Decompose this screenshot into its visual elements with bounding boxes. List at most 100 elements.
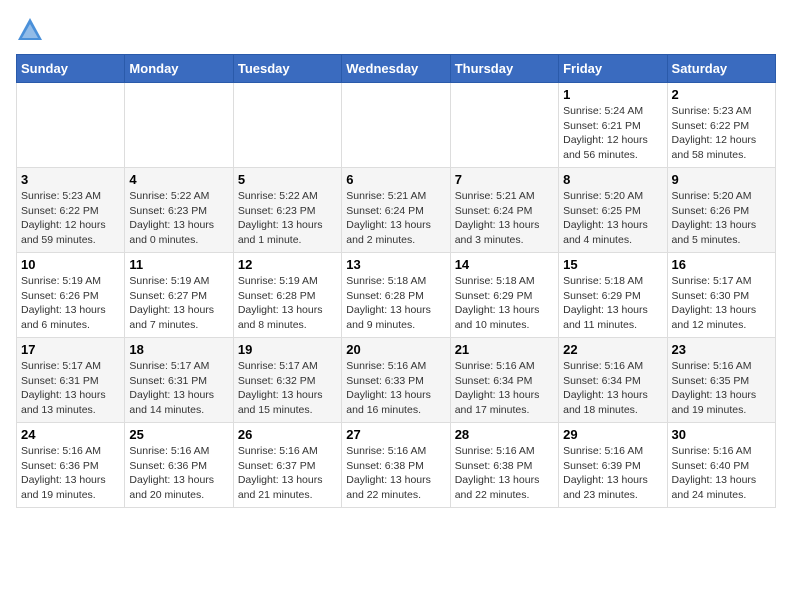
- day-info: Sunrise: 5:16 AMSunset: 6:39 PMDaylight:…: [563, 444, 662, 503]
- day-number: 14: [455, 257, 554, 272]
- day-number: 16: [672, 257, 771, 272]
- calendar-week-row: 10 Sunrise: 5:19 AMSunset: 6:26 PMDayligh…: [17, 253, 776, 338]
- calendar-week-row: 24 Sunrise: 5:16 AMSunset: 6:36 PMDayligh…: [17, 423, 776, 508]
- day-info: Sunrise: 5:16 AMSunset: 6:34 PMDaylight:…: [455, 359, 554, 418]
- day-info: Sunrise: 5:17 AMSunset: 6:32 PMDaylight:…: [238, 359, 337, 418]
- calendar-cell: 9 Sunrise: 5:20 AMSunset: 6:26 PMDaylight…: [667, 168, 775, 253]
- day-info: Sunrise: 5:17 AMSunset: 6:30 PMDaylight:…: [672, 274, 771, 333]
- weekday-header-row: SundayMondayTuesdayWednesdayThursdayFrid…: [17, 55, 776, 83]
- day-number: 13: [346, 257, 445, 272]
- calendar-week-row: 1Sunrise: 5:24 AMSunset: 6:21 PMDaylight…: [17, 83, 776, 168]
- calendar-cell: 8Sunrise: 5:20 AMSunset: 6:25 PMDaylight…: [559, 168, 667, 253]
- day-info: Sunrise: 5:16 AMSunset: 6:33 PMDaylight:…: [346, 359, 445, 418]
- day-number: 7: [455, 172, 554, 187]
- weekday-header-wednesday: Wednesday: [342, 55, 450, 83]
- calendar-cell: 4Sunrise: 5:22 AMSunset: 6:23 PMDaylight…: [125, 168, 233, 253]
- page-header: [16, 16, 776, 44]
- day-number: 29: [563, 427, 662, 442]
- calendar-cell: 28 Sunrise: 5:16 AMSunset: 6:38 PMDayligh…: [450, 423, 558, 508]
- calendar-cell: 10 Sunrise: 5:19 AMSunset: 6:26 PMDayligh…: [17, 253, 125, 338]
- day-number: 26: [238, 427, 337, 442]
- day-info: Sunrise: 5:23 AMSunset: 6:22 PMDaylight:…: [21, 189, 120, 248]
- day-number: 11: [129, 257, 228, 272]
- calendar-cell: 15 Sunrise: 5:18 AMSunset: 6:29 PMDayligh…: [559, 253, 667, 338]
- day-info: Sunrise: 5:17 AMSunset: 6:31 PMDaylight:…: [129, 359, 228, 418]
- day-info: Sunrise: 5:17 AMSunset: 6:31 PMDaylight:…: [21, 359, 120, 418]
- day-number: 24: [21, 427, 120, 442]
- day-info: Sunrise: 5:22 AMSunset: 6:23 PMDaylight:…: [238, 189, 337, 248]
- day-number: 21: [455, 342, 554, 357]
- day-info: Sunrise: 5:16 AMSunset: 6:36 PMDaylight:…: [129, 444, 228, 503]
- day-info: Sunrise: 5:20 AMSunset: 6:26 PMDaylight:…: [672, 189, 771, 248]
- calendar-cell: 26 Sunrise: 5:16 AMSunset: 6:37 PMDayligh…: [233, 423, 341, 508]
- day-number: 10: [21, 257, 120, 272]
- day-info: Sunrise: 5:21 AMSunset: 6:24 PMDaylight:…: [455, 189, 554, 248]
- day-info: Sunrise: 5:16 AMSunset: 6:38 PMDaylight:…: [346, 444, 445, 503]
- calendar-cell: 2 Sunrise: 5:23 AMSunset: 6:22 PMDaylight…: [667, 83, 775, 168]
- day-number: 6: [346, 172, 445, 187]
- weekday-header-tuesday: Tuesday: [233, 55, 341, 83]
- calendar-cell: [233, 83, 341, 168]
- calendar-week-row: 17 Sunrise: 5:17 AMSunset: 6:31 PMDayligh…: [17, 338, 776, 423]
- day-number: 22: [563, 342, 662, 357]
- day-info: Sunrise: 5:21 AMSunset: 6:24 PMDaylight:…: [346, 189, 445, 248]
- calendar-cell: 3 Sunrise: 5:23 AMSunset: 6:22 PMDaylight…: [17, 168, 125, 253]
- calendar-cell: 23Sunrise: 5:16 AMSunset: 6:35 PMDayligh…: [667, 338, 775, 423]
- calendar-cell: 29 Sunrise: 5:16 AMSunset: 6:39 PMDayligh…: [559, 423, 667, 508]
- day-info: Sunrise: 5:23 AMSunset: 6:22 PMDaylight:…: [672, 104, 771, 163]
- day-info: Sunrise: 5:16 AMSunset: 6:38 PMDaylight:…: [455, 444, 554, 503]
- calendar-cell: [17, 83, 125, 168]
- calendar-cell: 24 Sunrise: 5:16 AMSunset: 6:36 PMDayligh…: [17, 423, 125, 508]
- calendar-cell: 18 Sunrise: 5:17 AMSunset: 6:31 PMDayligh…: [125, 338, 233, 423]
- day-number: 5: [238, 172, 337, 187]
- calendar-cell: 17 Sunrise: 5:17 AMSunset: 6:31 PMDayligh…: [17, 338, 125, 423]
- calendar-cell: 7 Sunrise: 5:21 AMSunset: 6:24 PMDaylight…: [450, 168, 558, 253]
- day-number: 18: [129, 342, 228, 357]
- calendar-table: SundayMondayTuesdayWednesdayThursdayFrid…: [16, 54, 776, 508]
- day-number: 19: [238, 342, 337, 357]
- day-number: 9: [672, 172, 771, 187]
- calendar-cell: 22Sunrise: 5:16 AMSunset: 6:34 PMDayligh…: [559, 338, 667, 423]
- day-info: Sunrise: 5:19 AMSunset: 6:28 PMDaylight:…: [238, 274, 337, 333]
- day-number: 3: [21, 172, 120, 187]
- calendar-cell: 27 Sunrise: 5:16 AMSunset: 6:38 PMDayligh…: [342, 423, 450, 508]
- day-number: 15: [563, 257, 662, 272]
- day-info: Sunrise: 5:19 AMSunset: 6:27 PMDaylight:…: [129, 274, 228, 333]
- day-number: 20: [346, 342, 445, 357]
- calendar-cell: 16 Sunrise: 5:17 AMSunset: 6:30 PMDayligh…: [667, 253, 775, 338]
- day-number: 30: [672, 427, 771, 442]
- day-info: Sunrise: 5:16 AMSunset: 6:36 PMDaylight:…: [21, 444, 120, 503]
- calendar-cell: 5 Sunrise: 5:22 AMSunset: 6:23 PMDaylight…: [233, 168, 341, 253]
- calendar-cell: 14 Sunrise: 5:18 AMSunset: 6:29 PMDayligh…: [450, 253, 558, 338]
- day-number: 25: [129, 427, 228, 442]
- day-number: 28: [455, 427, 554, 442]
- day-info: Sunrise: 5:16 AMSunset: 6:40 PMDaylight:…: [672, 444, 771, 503]
- calendar-cell: 20 Sunrise: 5:16 AMSunset: 6:33 PMDayligh…: [342, 338, 450, 423]
- day-info: Sunrise: 5:19 AMSunset: 6:26 PMDaylight:…: [21, 274, 120, 333]
- calendar-week-row: 3 Sunrise: 5:23 AMSunset: 6:22 PMDaylight…: [17, 168, 776, 253]
- calendar-cell: 1Sunrise: 5:24 AMSunset: 6:21 PMDaylight…: [559, 83, 667, 168]
- day-number: 2: [672, 87, 771, 102]
- calendar-cell: 21 Sunrise: 5:16 AMSunset: 6:34 PMDayligh…: [450, 338, 558, 423]
- day-info: Sunrise: 5:20 AMSunset: 6:25 PMDaylight:…: [563, 189, 662, 248]
- logo-icon: [16, 16, 44, 44]
- calendar-cell: 30 Sunrise: 5:16 AMSunset: 6:40 PMDayligh…: [667, 423, 775, 508]
- calendar-cell: [125, 83, 233, 168]
- day-number: 12: [238, 257, 337, 272]
- calendar-cell: [450, 83, 558, 168]
- day-info: Sunrise: 5:18 AMSunset: 6:29 PMDaylight:…: [455, 274, 554, 333]
- day-info: Sunrise: 5:16 AMSunset: 6:37 PMDaylight:…: [238, 444, 337, 503]
- weekday-header-monday: Monday: [125, 55, 233, 83]
- calendar-cell: 13 Sunrise: 5:18 AMSunset: 6:28 PMDayligh…: [342, 253, 450, 338]
- calendar-cell: [342, 83, 450, 168]
- weekday-header-friday: Friday: [559, 55, 667, 83]
- day-number: 23: [672, 342, 771, 357]
- day-info: Sunrise: 5:22 AMSunset: 6:23 PMDaylight:…: [129, 189, 228, 248]
- day-number: 27: [346, 427, 445, 442]
- weekday-header-sunday: Sunday: [17, 55, 125, 83]
- day-number: 17: [21, 342, 120, 357]
- day-info: Sunrise: 5:18 AMSunset: 6:29 PMDaylight:…: [563, 274, 662, 333]
- logo: [16, 16, 48, 44]
- day-info: Sunrise: 5:24 AMSunset: 6:21 PMDaylight:…: [563, 104, 662, 163]
- day-info: Sunrise: 5:18 AMSunset: 6:28 PMDaylight:…: [346, 274, 445, 333]
